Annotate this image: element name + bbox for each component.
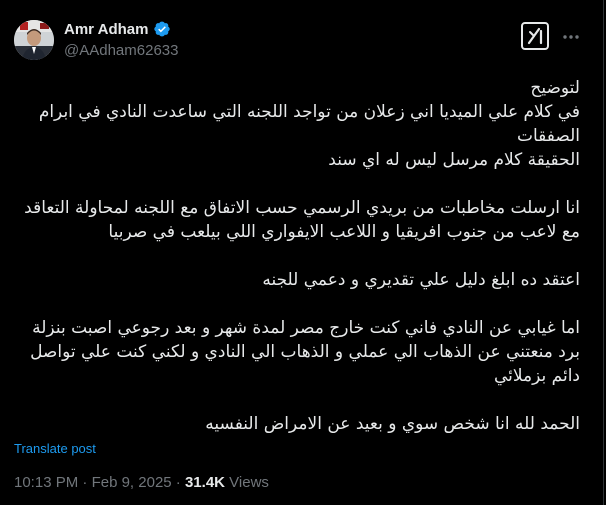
meta-separator: ·	[175, 474, 181, 491]
author-name[interactable]: Amr Adham	[64, 21, 148, 38]
post-meta: 10:13 PM · Feb 9, 2025 · 31.4K Views	[14, 474, 269, 491]
post-time[interactable]: 10:13 PM	[14, 474, 78, 491]
author-handle[interactable]: @AAdham62633	[64, 42, 178, 59]
post-date[interactable]: Feb 9, 2025	[92, 474, 172, 491]
more-icon[interactable]	[559, 25, 583, 49]
post-card: Amr Adham @AAdham62633 لتوضيح في كلام عل…	[0, 0, 604, 505]
post-text: لتوضيح في كلام علي الميديا اني زعلان من …	[14, 76, 580, 436]
author-avatar[interactable]	[14, 20, 54, 60]
post-line: انا ارسلت مخاطبات من بريدي الرسمي حسب ال…	[24, 198, 580, 242]
post-line: في كلام علي الميديا اني زعلان من تواجد ا…	[38, 102, 580, 146]
translate-post-link[interactable]: Translate post	[14, 441, 96, 456]
avatar-photo	[14, 20, 54, 60]
post-line: لتوضيح	[530, 78, 580, 98]
views-count: 31.4K	[184, 474, 225, 491]
verified-badge-icon	[153, 20, 171, 38]
grok-icon[interactable]	[521, 22, 549, 50]
meta-separator: ·	[82, 474, 88, 491]
author-name-row[interactable]: Amr Adham	[64, 20, 171, 38]
post-line: الحمد لله انا شخص سوي و بعيد عن الامراض …	[205, 414, 580, 434]
post-line: اما غيابي عن النادي فاني كنت خارج مصر لم…	[30, 318, 580, 386]
post-line: اعتقد ده ابلغ دليل علي تقديري و دعمي للج…	[262, 270, 580, 290]
views-label: Views	[229, 474, 269, 491]
post-line: الحقيقة كلام مرسل ليس له اي سند	[328, 150, 580, 170]
